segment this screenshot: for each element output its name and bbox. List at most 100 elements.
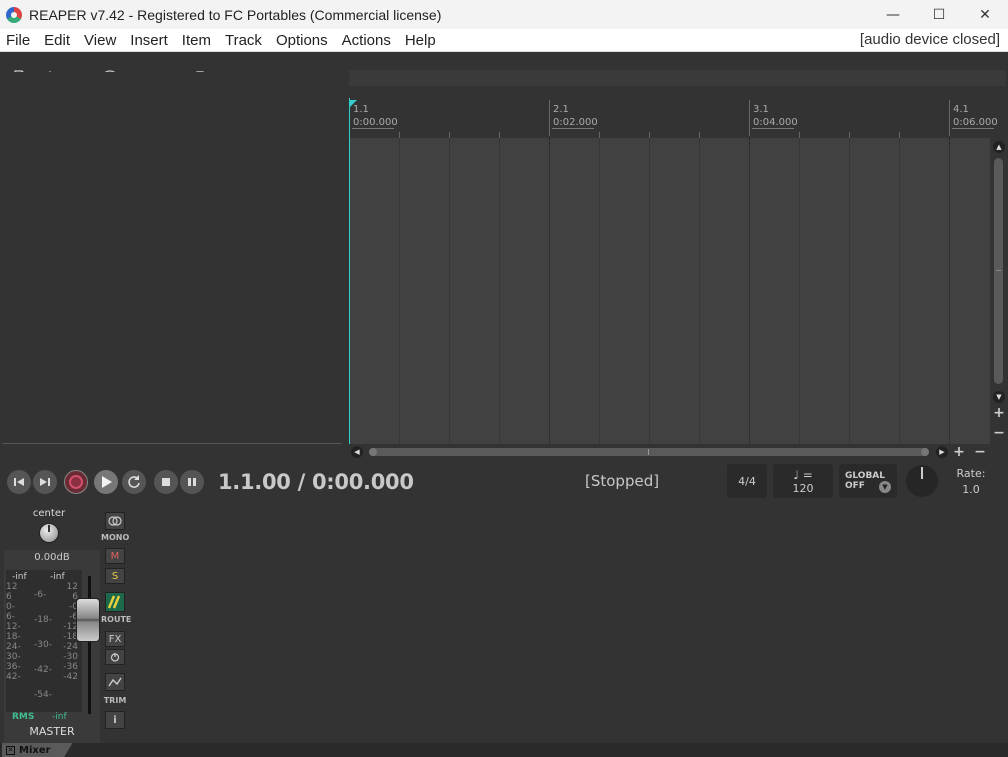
track-control-panel[interactable] bbox=[0, 72, 345, 444]
info-button[interactable]: i bbox=[105, 711, 125, 729]
minimize-button[interactable]: — bbox=[870, 0, 916, 29]
scroll-up-icon[interactable]: ▲ bbox=[992, 140, 1006, 154]
edit-cursor bbox=[349, 98, 350, 444]
ruler-time-label: 0:04.000 bbox=[753, 117, 798, 128]
close-button[interactable]: ✕ bbox=[962, 0, 1008, 29]
playrate-knob[interactable] bbox=[906, 465, 938, 497]
ruler-bar-label: 3.1 bbox=[753, 104, 769, 115]
window-title: REAPER v7.42 - Registered to FC Portable… bbox=[29, 6, 442, 23]
zoom-out-vertical-icon[interactable]: − bbox=[992, 425, 1006, 441]
grid-line bbox=[849, 138, 850, 444]
go-to-end-icon[interactable] bbox=[33, 470, 57, 494]
master-meter[interactable]: -inf -inf 12 6 0- 6- 12- 18- 24- 30- 36-… bbox=[6, 570, 82, 712]
window-controls: — ☐ ✕ bbox=[870, 0, 1008, 29]
mono-label: MONO bbox=[101, 533, 130, 542]
mixer-tab-label: Mixer bbox=[19, 744, 51, 756]
menu-help[interactable]: Help bbox=[398, 32, 443, 49]
dock-tab-bar: ✕ Mixer bbox=[0, 743, 1008, 757]
volume-fader-track[interactable] bbox=[88, 576, 91, 714]
time-signature-box[interactable]: 4/4 bbox=[727, 464, 767, 498]
ruler-time-label: 0:06.000 bbox=[953, 117, 998, 128]
menu-item[interactable]: Item bbox=[175, 32, 218, 49]
transport-bar: 1.1.00 / 0:00.000 [Stopped] 4/4 ♩ = 120 … bbox=[0, 462, 1008, 502]
region-marker-lane[interactable] bbox=[349, 70, 1006, 86]
pause-button[interactable] bbox=[180, 470, 204, 494]
peak-left: -inf bbox=[12, 572, 27, 582]
meter-scale-mid: -42- bbox=[34, 665, 52, 675]
grid-line bbox=[399, 138, 400, 444]
scroll-left-icon[interactable]: ◀ bbox=[350, 445, 364, 459]
volume-readout[interactable]: 0.00dB bbox=[8, 552, 96, 563]
maximize-button[interactable]: ☐ bbox=[916, 0, 962, 29]
mixer-tab[interactable]: ✕ Mixer bbox=[2, 743, 73, 757]
rate-value: 1.0 bbox=[962, 483, 980, 496]
peak-right: -inf bbox=[50, 572, 65, 582]
stop-button[interactable] bbox=[154, 470, 178, 494]
route-icon[interactable] bbox=[105, 592, 125, 612]
play-button[interactable] bbox=[94, 470, 118, 494]
fx-bypass-icon[interactable] bbox=[105, 649, 125, 665]
rate-label: Rate: bbox=[956, 467, 986, 480]
ruler-bar-label: 2.1 bbox=[553, 104, 569, 115]
position-display[interactable]: 1.1.00 / 0:00.000 bbox=[218, 470, 414, 494]
mono-stereo-icon[interactable] bbox=[105, 512, 125, 530]
scroll-down-icon[interactable]: ▼ bbox=[992, 390, 1006, 404]
scroll-right-icon[interactable]: ▶ bbox=[935, 445, 949, 459]
grid-line bbox=[699, 138, 700, 444]
meter-scale-left: 12 6 0- 6- 12- 18- 24- 30- 36- 42- bbox=[6, 582, 21, 682]
zoom-in-vertical-icon[interactable]: + bbox=[992, 405, 1006, 421]
zoom-in-horizontal-icon[interactable]: + bbox=[952, 444, 966, 460]
horizontal-scroll-thumb[interactable] bbox=[369, 448, 929, 456]
horizontal-scrollbar[interactable]: ◀ ▶ + − bbox=[349, 444, 1008, 460]
grid-line bbox=[899, 138, 900, 444]
menu-track[interactable]: Track bbox=[218, 32, 269, 49]
tempo-box[interactable]: ♩ = 120 bbox=[773, 464, 833, 498]
menu-bar: File Edit View Insert Item Track Options… bbox=[0, 29, 1008, 52]
tempo-symbol: ♩ = bbox=[793, 467, 813, 482]
mixer-panel: center 0.00dB -inf -inf 12 6 0- 6- 12- 1… bbox=[0, 504, 1008, 743]
menu-insert[interactable]: Insert bbox=[123, 32, 175, 49]
timeline-ruler[interactable]: 1.1 0:00.000 2.1 0:02.000 3.1 0:04.000 4… bbox=[349, 98, 998, 138]
arrange-view[interactable] bbox=[349, 138, 990, 444]
mute-button[interactable]: M bbox=[105, 548, 125, 564]
meter-scale-mid: -30- bbox=[34, 640, 52, 650]
time-signature-value: 4/4 bbox=[738, 474, 756, 488]
zoom-out-horizontal-icon[interactable]: − bbox=[973, 444, 987, 460]
menu-edit[interactable]: Edit bbox=[37, 32, 77, 49]
pan-knob[interactable] bbox=[39, 523, 59, 543]
master-track-name: MASTER bbox=[29, 725, 75, 738]
automation-mode-icon[interactable] bbox=[105, 673, 125, 691]
chevron-down-icon[interactable]: ▼ bbox=[879, 481, 891, 493]
go-to-start-icon[interactable] bbox=[7, 470, 31, 494]
playrate-display[interactable]: Rate: 1.0 bbox=[950, 466, 992, 498]
play-cursor-marker[interactable] bbox=[349, 100, 357, 108]
rms-label: RMS bbox=[12, 712, 35, 722]
record-button[interactable] bbox=[64, 470, 88, 494]
solo-button[interactable]: S bbox=[105, 568, 125, 584]
grid-line bbox=[949, 138, 950, 444]
ruler-time-label: 0:00.000 bbox=[353, 117, 398, 128]
volume-fader[interactable] bbox=[76, 598, 100, 642]
menu-actions[interactable]: Actions bbox=[335, 32, 398, 49]
grid-line bbox=[499, 138, 500, 444]
master-strip: 0.00dB -inf -inf 12 6 0- 6- 12- 18- 24- … bbox=[4, 550, 100, 743]
close-icon[interactable]: ✕ bbox=[6, 745, 15, 755]
meter-scale-mid: -6- bbox=[34, 590, 47, 600]
title-bar: REAPER v7.42 - Registered to FC Portable… bbox=[0, 0, 1008, 29]
menu-view[interactable]: View bbox=[77, 32, 123, 49]
meter-scale-mid: -54- bbox=[34, 690, 52, 700]
menu-options[interactable]: Options bbox=[269, 32, 335, 49]
fx-button[interactable]: FX bbox=[105, 631, 125, 647]
vertical-scroll-thumb[interactable] bbox=[994, 158, 1003, 384]
repeat-icon[interactable] bbox=[122, 470, 146, 494]
global-automation-label: GLOBAL bbox=[845, 471, 886, 481]
meter-scale-mid: -18- bbox=[34, 615, 52, 625]
audio-device-status[interactable]: [audio device closed] bbox=[860, 31, 1000, 48]
ruler-bar-label: 4.1 bbox=[953, 104, 969, 115]
transport-state: [Stopped] bbox=[585, 472, 660, 490]
global-automation-box[interactable]: GLOBAL OFF ▼ bbox=[839, 464, 897, 498]
menu-file[interactable]: File bbox=[0, 32, 37, 49]
tempo-value: 120 bbox=[792, 481, 814, 495]
vertical-scrollbar[interactable]: ▲ ▼ + − bbox=[992, 138, 1006, 444]
global-automation-value: OFF bbox=[845, 481, 865, 491]
